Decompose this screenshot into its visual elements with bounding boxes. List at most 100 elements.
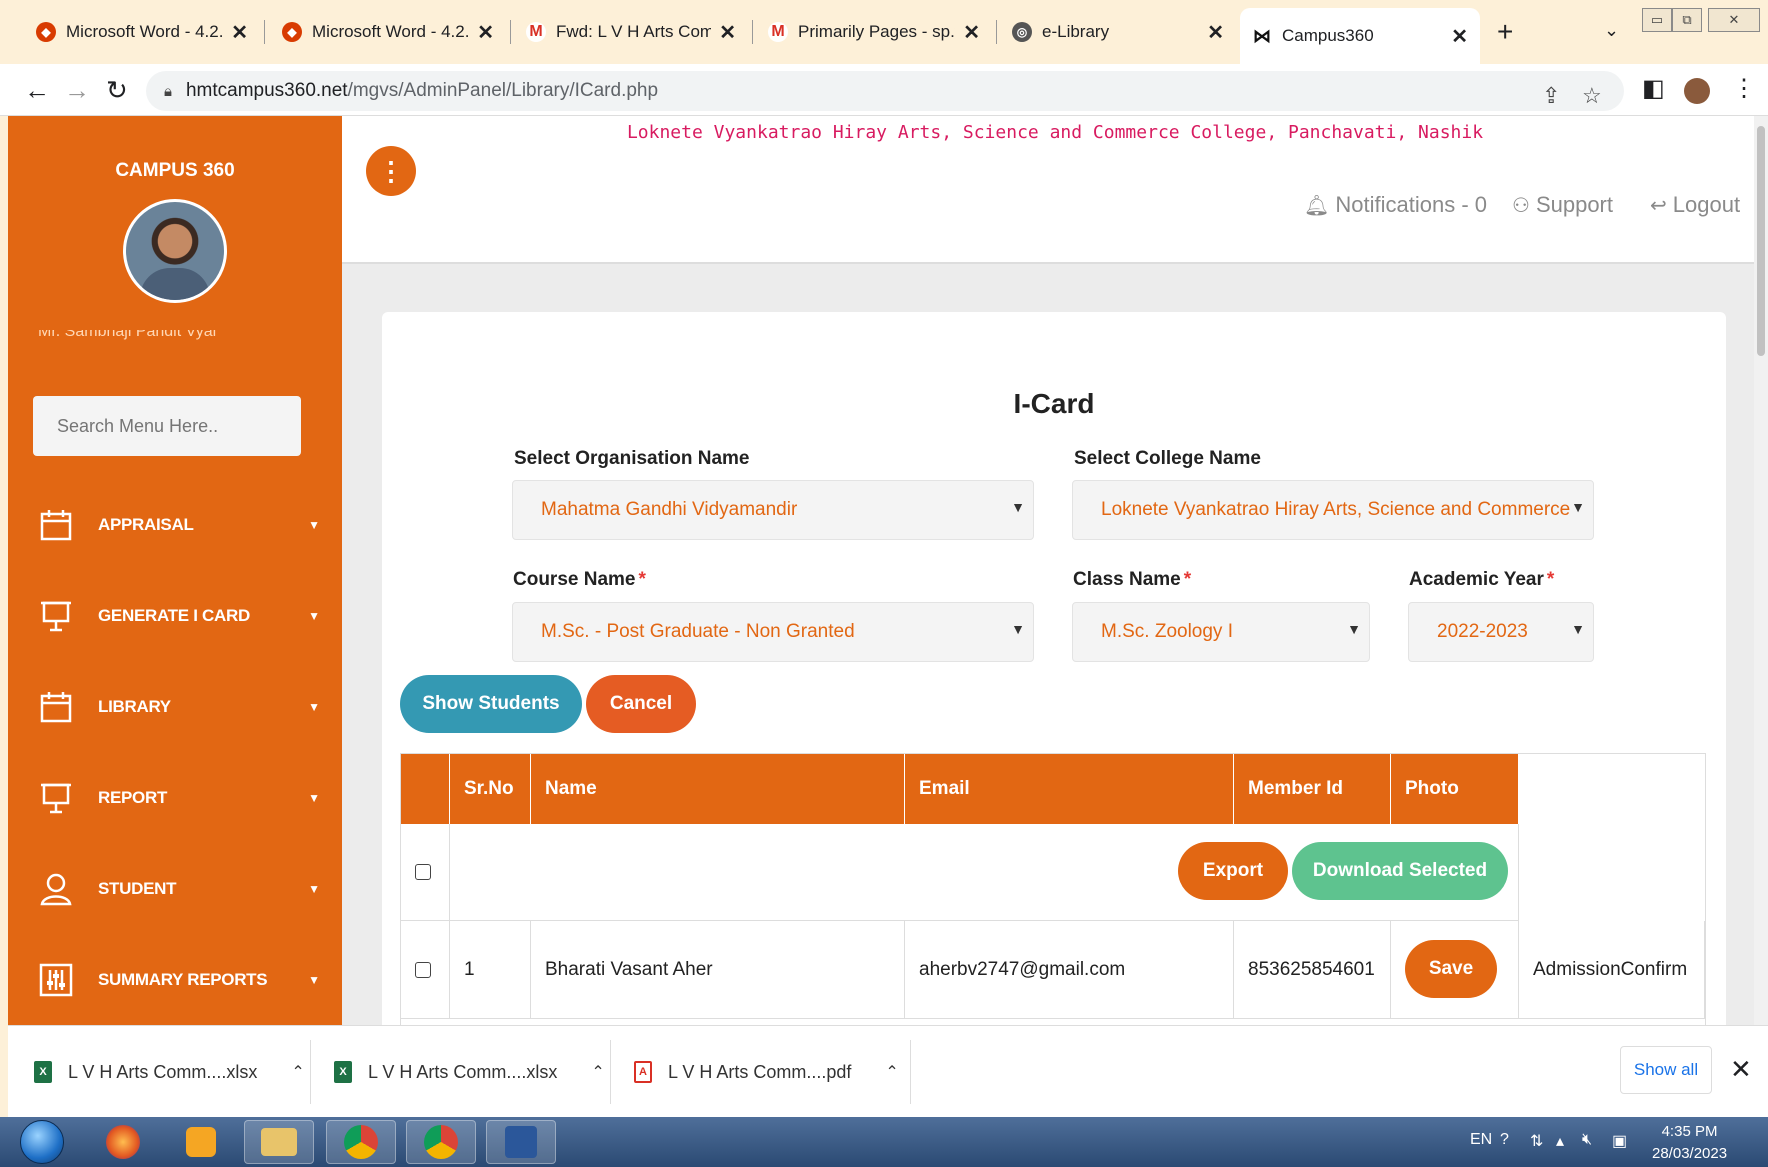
- firefox-taskbar-icon[interactable]: [88, 1120, 158, 1164]
- export-button[interactable]: Export: [1178, 842, 1288, 900]
- profile-avatar-icon[interactable]: [1684, 78, 1710, 104]
- close-icon[interactable]: ✕: [1730, 1054, 1752, 1085]
- user-name[interactable]: Mr. Sambhaji Pandit Vyal: [38, 330, 318, 342]
- scrollbar-thumb[interactable]: [1757, 126, 1765, 356]
- notifications-link[interactable]: 🔔︎ Notifications - 0: [1304, 192, 1487, 218]
- menu-search-input[interactable]: [33, 396, 301, 456]
- sidebar-item-generate-icard[interactable]: GENERATE I CARD ▼: [38, 591, 328, 641]
- table-cell-name: Bharati Vasant Aher: [531, 921, 905, 1019]
- start-button[interactable]: [20, 1120, 64, 1164]
- course-label: Course Name *: [513, 569, 646, 590]
- kebab-menu-icon[interactable]: ⋮: [366, 146, 416, 196]
- excel-file-icon: X: [334, 1061, 352, 1083]
- user-icon: ⚇: [1512, 194, 1530, 217]
- sidebar-item-student[interactable]: STUDENT ▼: [38, 864, 328, 914]
- caret-down-icon: ▼: [308, 700, 320, 714]
- browser-tab-primarily-pages[interactable]: M Primarily Pages - sp.vyal ✕: [756, 10, 992, 54]
- table-header-member-id: Member Id: [1234, 754, 1391, 824]
- back-arrow-icon[interactable]: ←: [24, 75, 50, 106]
- download-item-xlsx-1[interactable]: X L V H Arts Comm....xlsx ⌃: [34, 1026, 305, 1118]
- row-checkbox[interactable]: [415, 961, 431, 978]
- bell-icon: 🔔︎: [1304, 194, 1330, 217]
- volume-muted-icon[interactable]: 🔇︎: [1582, 1131, 1592, 1149]
- system-clock[interactable]: 4:35 PM 28/03/2023: [1652, 1121, 1727, 1165]
- download-item-xlsx-2[interactable]: X L V H Arts Comm....xlsx ⌃: [334, 1026, 605, 1118]
- new-tab-icon[interactable]: +: [1497, 16, 1513, 48]
- table-header-select: [401, 754, 450, 824]
- gmail-icon: M: [768, 22, 788, 42]
- select-all-checkbox[interactable]: [415, 864, 431, 880]
- close-tab-icon[interactable]: ✕: [1207, 20, 1224, 45]
- sidebar-item-summary-reports[interactable]: SUMMARY REPORTS ▼: [38, 955, 328, 1005]
- tab-search-chevron-icon[interactable]: ⌄: [1604, 20, 1619, 41]
- college-select[interactable]: Loknete Vyankatrao Hiray Arts, Science a…: [1072, 480, 1594, 540]
- caret-up-icon[interactable]: ⌃: [291, 1062, 304, 1082]
- gmail-icon: M: [526, 22, 546, 42]
- lock-icon: 🔒︎: [164, 82, 172, 100]
- browser-tab-word-2[interactable]: ◆ Microsoft Word - 4.2.1 L ✕: [270, 10, 506, 54]
- media-player-taskbar-icon[interactable]: [166, 1120, 236, 1164]
- close-tab-icon[interactable]: ✕: [231, 20, 248, 45]
- tray-expand-icon[interactable]: ▴: [1556, 1131, 1564, 1151]
- sidebar-item-library[interactable]: LIBRARY ▼: [38, 682, 328, 732]
- logout-link[interactable]: ↩ Logout: [1650, 192, 1740, 218]
- show-students-button[interactable]: Show Students: [400, 675, 582, 733]
- browser-tab-campus360[interactable]: ⋈ Campus360 ✕: [1240, 8, 1480, 64]
- support-link[interactable]: ⚇ Support: [1512, 192, 1613, 218]
- chrome-taskbar-icon-1[interactable]: [326, 1120, 396, 1164]
- chrome-taskbar-icon-2[interactable]: [406, 1120, 476, 1164]
- browser-tab-gmail[interactable]: M Fwd: L V H Arts Comm & ✕: [514, 10, 748, 54]
- presentation-icon: [38, 780, 74, 816]
- calendar-icon: [38, 507, 74, 543]
- save-button[interactable]: Save: [1405, 940, 1497, 998]
- caret-up-icon[interactable]: ⌃: [591, 1062, 604, 1082]
- sidebar-item-appraisal[interactable]: APPRAISAL ▼: [38, 500, 328, 550]
- share-icon[interactable]: ⇪: [1542, 83, 1560, 109]
- show-all-downloads-button[interactable]: Show all: [1620, 1046, 1712, 1094]
- bookmark-star-icon[interactable]: ☆: [1582, 83, 1602, 109]
- help-icon[interactable]: ?: [1500, 1131, 1509, 1149]
- media-player-icon: [186, 1127, 216, 1157]
- word-taskbar-icon[interactable]: [486, 1120, 556, 1164]
- close-tab-icon[interactable]: ✕: [1451, 24, 1468, 49]
- org-label: Select Organisation Name: [514, 448, 750, 469]
- browser-tab-elibrary[interactable]: ◎ e-Library ✕: [1000, 10, 1236, 54]
- close-window-icon[interactable]: ✕: [1708, 8, 1760, 32]
- page-scrollbar[interactable]: [1754, 116, 1768, 1025]
- explorer-taskbar-icon[interactable]: [244, 1120, 314, 1164]
- close-tab-icon[interactable]: ✕: [963, 20, 980, 45]
- calendar-icon: [38, 689, 74, 725]
- browser-menu-icon[interactable]: ⋮: [1732, 74, 1756, 103]
- download-item-pdf[interactable]: A L V H Arts Comm....pdf ⌃: [634, 1026, 899, 1118]
- network-icon[interactable]: ⇅: [1530, 1131, 1543, 1151]
- forward-arrow-icon[interactable]: →: [64, 75, 90, 106]
- address-bar[interactable]: 🔒︎ hmtcampus360.net/mgvs/AdminPanel/Libr…: [146, 71, 1624, 111]
- download-divider: [610, 1040, 611, 1104]
- action-center-icon[interactable]: ▣: [1612, 1131, 1627, 1151]
- avatar: [123, 199, 227, 303]
- class-select[interactable]: M.Sc. Zoology I ▼: [1072, 602, 1370, 662]
- side-panel-icon[interactable]: ◧: [1642, 74, 1665, 103]
- clock-time: 4:35 PM: [1661, 1123, 1718, 1140]
- browser-tab-word-1[interactable]: ◆ Microsoft Word - 4.2.1 L ✕: [24, 10, 260, 54]
- download-selected-button[interactable]: Download Selected: [1292, 842, 1508, 900]
- clock-date: 28/03/2023: [1652, 1145, 1728, 1162]
- office-icon: ◆: [36, 22, 56, 42]
- cancel-button[interactable]: Cancel: [586, 675, 696, 733]
- organisation-select[interactable]: Mahatma Gandhi Vidyamandir ▼: [512, 480, 1034, 540]
- close-tab-icon[interactable]: ✕: [477, 20, 494, 45]
- tab-divider: [752, 20, 753, 44]
- sidebar-item-report[interactable]: REPORT ▼: [38, 773, 328, 823]
- reload-icon[interactable]: ↻: [106, 75, 128, 106]
- course-select[interactable]: M.Sc. - Post Graduate - Non Granted ▼: [512, 602, 1034, 662]
- academic-year-select[interactable]: 2022-2023 ▼: [1408, 602, 1594, 662]
- maximize-window-icon[interactable]: ⧉: [1672, 8, 1702, 32]
- avatar-shirt: [140, 268, 210, 300]
- table-header-srno: Sr.No: [450, 754, 531, 824]
- language-indicator[interactable]: EN: [1470, 1131, 1492, 1149]
- students-table: Sr.No Name Email Member Id Photo Export …: [400, 753, 1706, 1025]
- browser-tab-strip: ◆ Microsoft Word - 4.2.1 L ✕ ◆ Microsoft…: [0, 0, 1768, 64]
- minimize-window-icon[interactable]: ▭: [1642, 8, 1672, 32]
- caret-up-icon[interactable]: ⌃: [885, 1062, 898, 1082]
- close-tab-icon[interactable]: ✕: [719, 20, 736, 45]
